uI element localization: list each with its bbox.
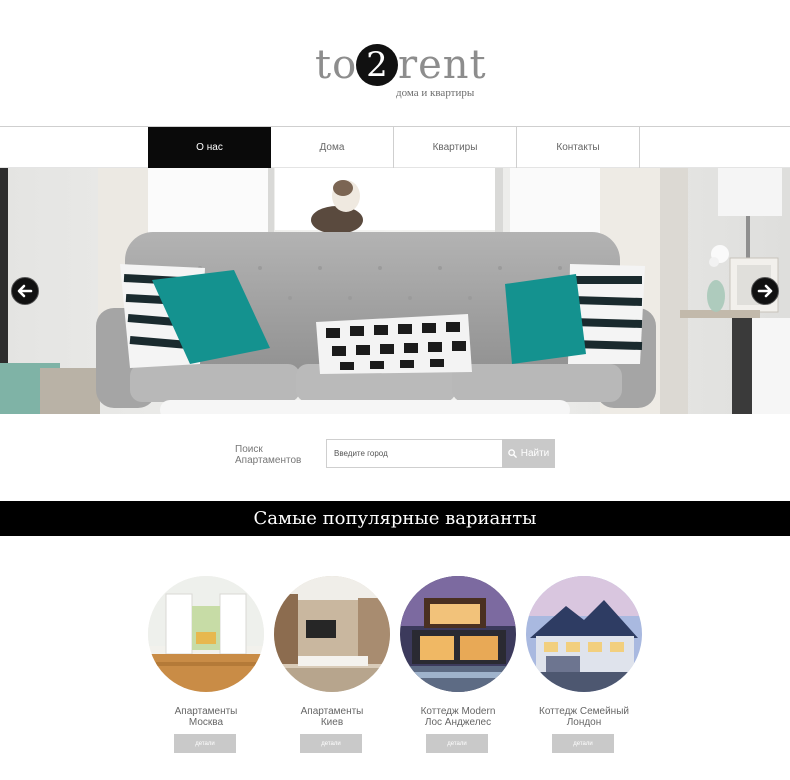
details-button[interactable]: детали	[426, 734, 488, 753]
listing-title: Коттедж Семейный Лондон	[506, 706, 662, 728]
nav-item-contacts[interactable]: Контакты	[517, 127, 640, 168]
nav-item-label: Дома	[319, 142, 345, 153]
listing-image-moscow[interactable]	[148, 576, 264, 692]
slider-next-button[interactable]	[751, 277, 779, 305]
site-logo[interactable]: to 2 rent дома и квартиры	[0, 40, 790, 110]
listing-title-line1: Коттедж Семейный	[539, 706, 629, 717]
logo-text-to: to	[315, 42, 358, 88]
listing-image-london[interactable]	[526, 576, 642, 692]
arrow-left-icon	[17, 284, 33, 298]
nav-item-label: Контакты	[556, 142, 600, 153]
logo-digit-badge: 2	[356, 44, 398, 86]
popular-heading: Самые популярные варианты	[253, 508, 537, 529]
hero-slider	[0, 168, 790, 414]
listing-image-los-angeles[interactable]	[400, 576, 516, 692]
details-button[interactable]: детали	[174, 734, 236, 753]
popular-heading-band: Самые популярные варианты	[0, 501, 790, 536]
search-label: Поиск Апартаментов	[235, 444, 301, 466]
details-button[interactable]: детали	[300, 734, 362, 753]
hero-image-living-room	[0, 168, 790, 414]
arrow-right-icon	[757, 284, 773, 298]
nav-item-about[interactable]: О нас	[148, 127, 271, 168]
nav-item-apartments[interactable]: Квартиры	[394, 127, 517, 168]
slider-prev-button[interactable]	[11, 277, 39, 305]
nav-item-label: Квартиры	[432, 142, 478, 153]
search-label-line1: Поиск	[235, 444, 263, 455]
search-button[interactable]: Найти	[502, 439, 555, 468]
search-label-line2: Апартаментов	[235, 455, 302, 466]
logo-text-rent: rent	[398, 42, 487, 88]
details-button[interactable]: детали	[552, 734, 614, 753]
listing-image-kiev[interactable]	[274, 576, 390, 692]
logo-tagline: дома и квартиры	[396, 87, 475, 99]
nav-item-houses[interactable]: Дома	[271, 127, 394, 168]
search-button-label: Найти	[520, 448, 550, 459]
listing-title-line2: Лондон	[566, 717, 602, 728]
city-search-input[interactable]	[326, 439, 503, 468]
main-nav: О нас Дома Квартиры Контакты	[0, 126, 790, 168]
nav-item-label: О нас	[196, 142, 223, 153]
search-icon	[507, 449, 517, 458]
